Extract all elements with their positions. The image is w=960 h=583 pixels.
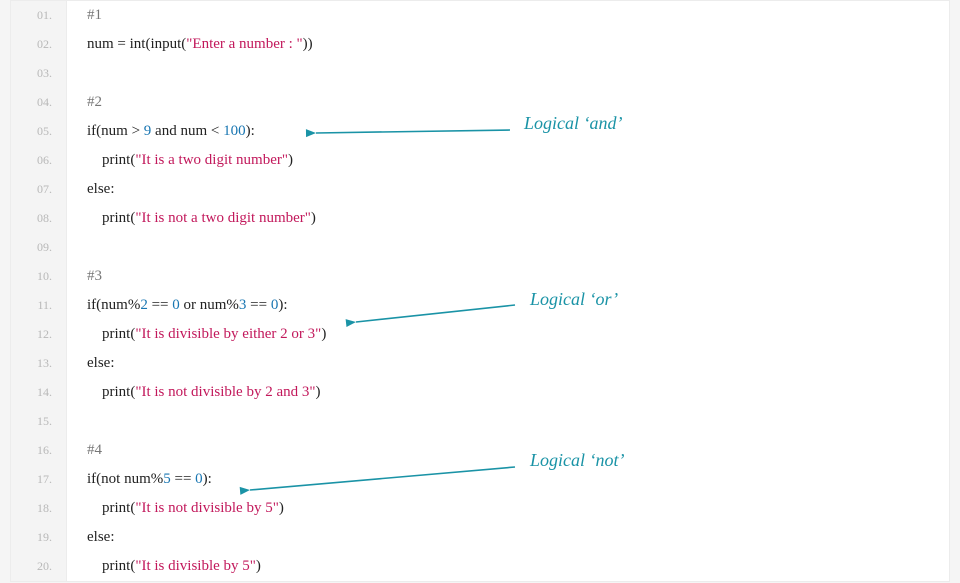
code-line: 16.#4 [11,436,949,465]
code-annotated-figure: 01.#102.num = int(input("Enter a number … [0,0,960,583]
code-content: #4 [67,442,102,459]
code-line: 10.#3 [11,262,949,291]
line-number: 02. [11,30,67,59]
line-number: 18. [11,494,67,523]
line-number: 15. [11,407,67,436]
line-number: 07. [11,175,67,204]
code-line: 09. [11,233,949,262]
line-number: 04. [11,88,67,117]
line-number: 14. [11,378,67,407]
code-content: num = int(input("Enter a number : ")) [67,36,313,53]
code-line: 13.else: [11,349,949,378]
code-line: 04.#2 [11,88,949,117]
code-line: 02.num = int(input("Enter a number : ")) [11,30,949,59]
line-number: 08. [11,204,67,233]
code-block: 01.#102.num = int(input("Enter a number … [10,0,950,582]
line-number: 20. [11,552,67,581]
line-number: 11. [11,291,67,320]
code-content: print("It is divisible by 5") [67,558,261,575]
code-line: 12. print("It is divisible by either 2 o… [11,320,949,349]
code-line: 11.if(num%2 == 0 or num%3 == 0): [11,291,949,320]
line-number: 09. [11,233,67,262]
code-content: #2 [67,94,102,111]
line-number: 03. [11,59,67,88]
line-number: 05. [11,117,67,146]
line-number: 06. [11,146,67,175]
code-content: print("It is not a two digit number") [67,210,316,227]
line-number: 12. [11,320,67,349]
line-number: 01. [11,1,67,30]
code-content: if(num%2 == 0 or num%3 == 0): [67,297,288,314]
code-content: #3 [67,268,102,285]
code-line: 06. print("It is a two digit number") [11,146,949,175]
code-content: print("It is not divisible by 2 and 3") [67,384,320,401]
code-content: print("It is not divisible by 5") [67,500,284,517]
line-number: 10. [11,262,67,291]
line-number: 17. [11,465,67,494]
line-number: 16. [11,436,67,465]
code-content: print("It is a two digit number") [67,152,293,169]
code-line: 08. print("It is not a two digit number"… [11,204,949,233]
code-content: else: [67,529,115,546]
line-number: 19. [11,523,67,552]
code-content: else: [67,355,115,372]
code-content: if(not num%5 == 0): [67,471,212,488]
code-line: 19.else: [11,523,949,552]
code-line: 17.if(not num%5 == 0): [11,465,949,494]
code-line: 15. [11,407,949,436]
code-content: #1 [67,7,102,24]
code-line: 05.if(num > 9 and num < 100): [11,117,949,146]
line-number: 13. [11,349,67,378]
code-line: 07.else: [11,175,949,204]
code-content: print("It is divisible by either 2 or 3"… [67,326,326,343]
code-line: 18. print("It is not divisible by 5") [11,494,949,523]
code-line: 03. [11,59,949,88]
code-line: 14. print("It is not divisible by 2 and … [11,378,949,407]
code-content: else: [67,181,115,198]
code-line: 01.#1 [11,1,949,30]
code-line: 20. print("It is divisible by 5") [11,552,949,581]
code-content: if(num > 9 and num < 100): [67,123,255,140]
